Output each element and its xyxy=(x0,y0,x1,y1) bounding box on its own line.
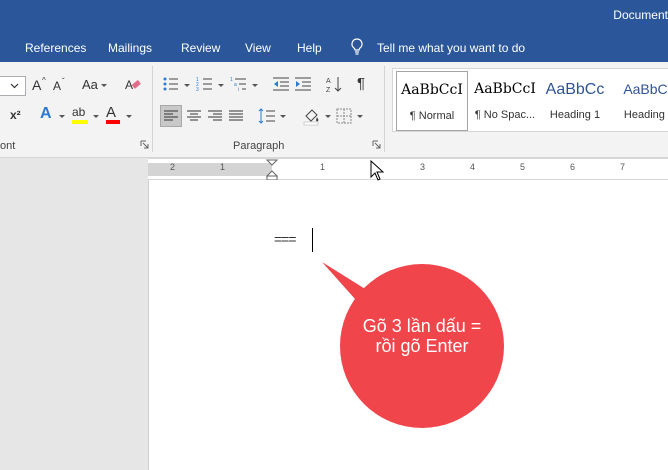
tab-view[interactable]: View xyxy=(245,41,271,55)
align-right-icon[interactable] xyxy=(208,110,222,122)
grow-arrow-icon: ^ xyxy=(42,76,46,85)
document-title: Document xyxy=(613,8,668,22)
callout-text: Gõ 3 lần dấu = rồi gõ Enter xyxy=(362,316,482,356)
svg-text:A: A xyxy=(326,78,331,85)
highlight-color-swatch xyxy=(72,120,88,124)
group-divider xyxy=(152,66,153,152)
svg-text:A: A xyxy=(125,78,133,92)
style-name: ¶ No Spac... xyxy=(474,109,536,121)
ruler-label: 3 xyxy=(420,162,426,172)
tell-me-search[interactable]: Tell me what you want to do xyxy=(377,41,525,55)
numbering-icon[interactable]: 1 2 3 xyxy=(196,76,214,92)
grow-font-button[interactable]: A xyxy=(32,77,41,93)
decrease-indent-icon[interactable] xyxy=(272,76,290,92)
svg-text:a: a xyxy=(234,82,237,88)
tab-review[interactable]: Review xyxy=(181,41,220,55)
ruler-label: 7 xyxy=(620,162,626,172)
svg-text:i: i xyxy=(238,87,239,92)
align-left-icon xyxy=(164,110,178,121)
clear-formatting-icon[interactable]: A xyxy=(124,76,142,94)
style-preview: AaBbCc xyxy=(545,81,605,98)
svg-text:1: 1 xyxy=(230,77,233,83)
svg-text:Z: Z xyxy=(326,87,331,93)
tab-mailings[interactable]: Mailings xyxy=(108,41,152,55)
borders-icon[interactable] xyxy=(336,108,352,124)
ruler-label: 1 xyxy=(220,162,226,172)
styles-gallery: AaBbCcI ¶ Normal AaBbCcI ¶ No Spac... Aa… xyxy=(392,68,668,132)
style-preview: AaBbCcI xyxy=(474,81,536,97)
font-group-label: ont xyxy=(0,140,16,152)
style-name: Heading 1 xyxy=(549,109,601,121)
ribbon-tabs: References Mailings Review View Help Tel… xyxy=(0,32,668,62)
highlight-button[interactable]: ab xyxy=(72,104,85,120)
text-cursor xyxy=(312,228,313,252)
change-case-button[interactable]: Aa xyxy=(82,77,98,93)
chevron-down-icon xyxy=(59,115,65,118)
tab-help[interactable]: Help xyxy=(297,41,322,55)
chevron-down-icon xyxy=(325,115,331,118)
ruler-label: 6 xyxy=(570,162,576,172)
ruler-label: 5 xyxy=(520,162,526,172)
bullets-icon[interactable] xyxy=(162,76,180,92)
style-no-spacing[interactable]: AaBbCcI ¶ No Spac... xyxy=(469,71,541,131)
font-color-swatch xyxy=(106,120,120,124)
superscript-button[interactable]: x² xyxy=(10,107,21,123)
chevron-down-icon xyxy=(10,83,19,89)
shrink-font-button[interactable]: A xyxy=(53,78,61,94)
chevron-down-icon xyxy=(184,84,190,87)
group-divider xyxy=(384,66,385,152)
font-color-button[interactable]: A xyxy=(106,105,116,121)
ruler-margin xyxy=(148,163,272,176)
justify-icon[interactable] xyxy=(229,110,243,122)
align-center-icon[interactable] xyxy=(187,110,201,122)
style-normal[interactable]: AaBbCcI ¶ Normal xyxy=(396,71,468,131)
ribbon: A ^ A ˇ Aa A x² A ab A ont 1 2 3 1 a i A… xyxy=(0,62,668,158)
chevron-down-icon xyxy=(93,115,99,118)
shading-icon[interactable] xyxy=(302,106,322,126)
chevron-down-icon xyxy=(218,84,224,87)
horizontal-ruler[interactable]: 2 1 1 2 3 4 5 6 7 xyxy=(148,158,668,181)
style-heading-1[interactable]: AaBbCc Heading 1 xyxy=(539,71,611,131)
svg-text:3: 3 xyxy=(196,87,199,92)
line-spacing-icon[interactable] xyxy=(258,107,276,125)
font-dialog-launcher-icon[interactable] xyxy=(140,140,149,149)
chevron-down-icon xyxy=(126,115,132,118)
ruler-label: 1 xyxy=(320,162,326,172)
tab-references[interactable]: References xyxy=(25,41,86,55)
style-heading-2[interactable]: AaBbCc Heading 2 xyxy=(613,71,668,131)
title-bar: Document xyxy=(0,0,668,32)
lightbulb-icon xyxy=(351,38,363,55)
mouse-cursor-icon xyxy=(370,160,384,181)
paragraph-dialog-launcher-icon[interactable] xyxy=(372,140,381,149)
shrink-arrow-icon: ˇ xyxy=(62,77,65,86)
align-left-button[interactable] xyxy=(160,105,182,127)
style-name: ¶ Normal xyxy=(409,110,455,122)
style-preview: AaBbCc xyxy=(623,81,668,97)
text-effects-button[interactable]: A xyxy=(40,106,52,122)
chevron-down-icon xyxy=(280,115,286,118)
multilevel-list-icon[interactable]: 1 a i xyxy=(230,76,248,92)
increase-indent-icon[interactable] xyxy=(294,76,312,92)
style-preview: AaBbCcI xyxy=(401,82,463,98)
chevron-down-icon xyxy=(357,115,363,118)
ruler-label: 2 xyxy=(170,162,176,172)
paragraph-group-label: Paragraph xyxy=(233,140,285,152)
style-name: Heading 2 xyxy=(623,109,668,121)
show-hide-marks-icon[interactable]: ¶ xyxy=(357,76,365,92)
ruler-label: 4 xyxy=(470,162,476,172)
sort-icon[interactable]: AZ xyxy=(326,75,342,93)
indent-marker-icon[interactable] xyxy=(266,159,278,181)
font-size-dropdown[interactable] xyxy=(0,76,26,96)
chevron-down-icon xyxy=(252,84,258,87)
document-text: === xyxy=(274,231,297,247)
chevron-down-icon xyxy=(101,84,107,87)
